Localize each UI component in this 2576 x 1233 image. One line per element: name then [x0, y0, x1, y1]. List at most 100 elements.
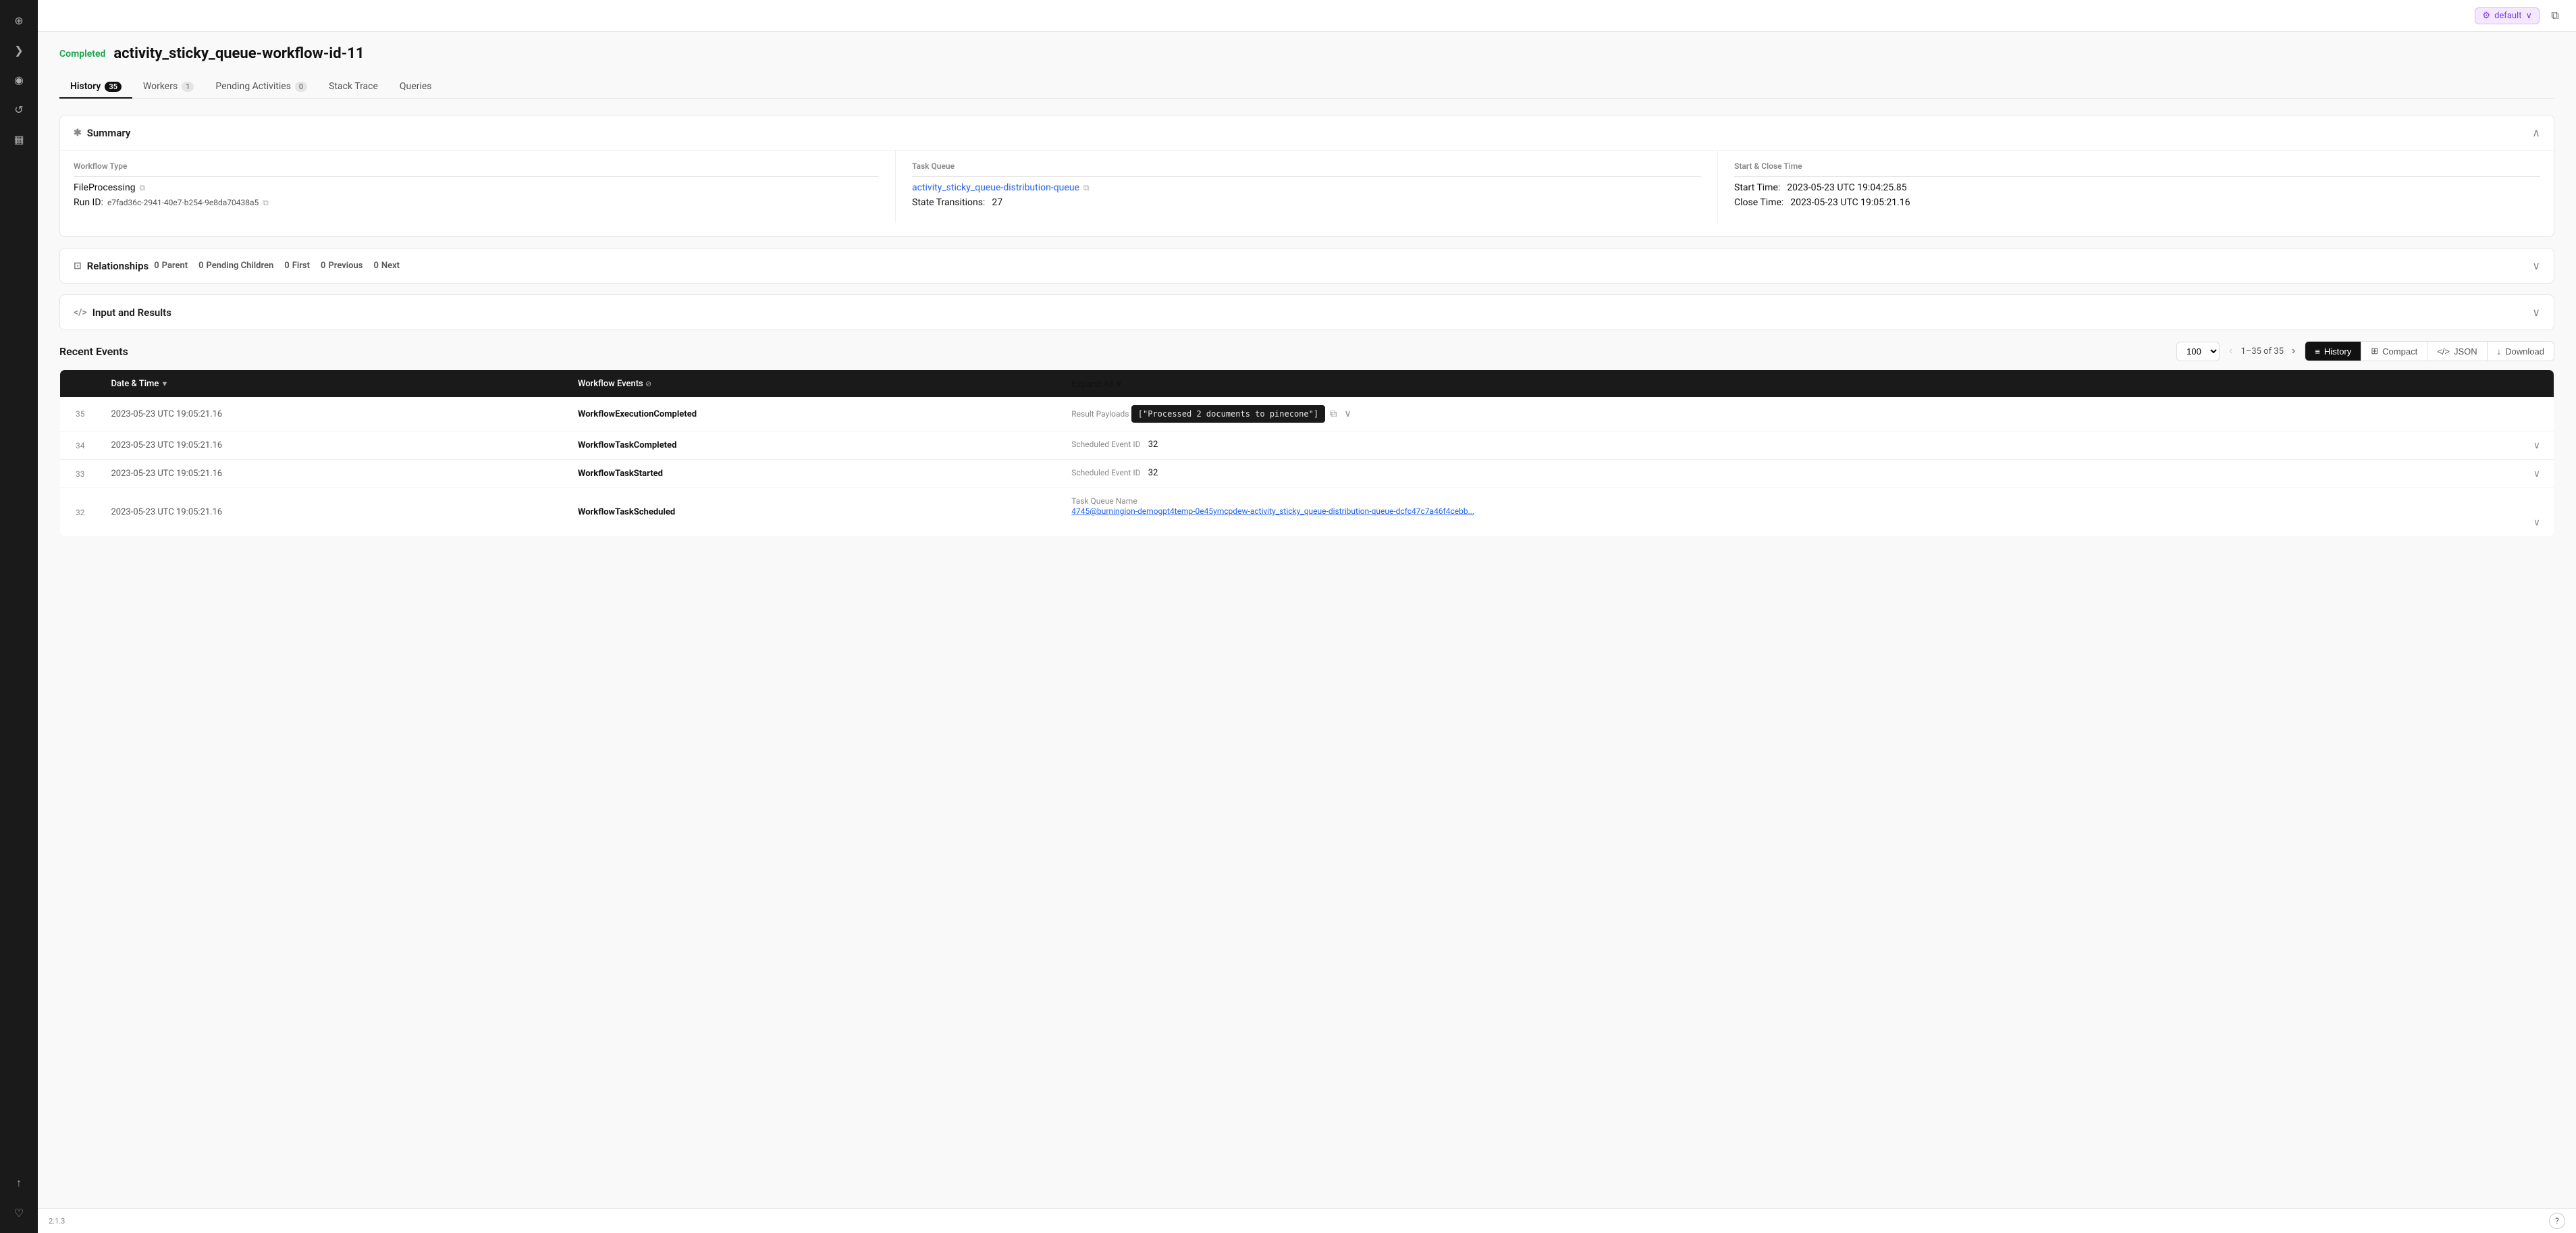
table-row: 33 2023-05-23 UTC 19:05:21.16 WorkflowTa… [60, 460, 2554, 488]
relationships-header[interactable]: ⊡ Relationships 0 Parent 0 Pending Child… [60, 248, 2554, 283]
history-icon: ≡ [2315, 346, 2320, 357]
tab-workers-badge: 1 [182, 82, 194, 92]
namespace-button[interactable]: ⚙ default ∨ [2475, 7, 2540, 24]
view-compact-btn[interactable]: ⊞ Compact [2361, 342, 2427, 361]
row-detail: Task Queue Name 4745@burningion-demogpt4… [1061, 488, 2554, 537]
rel-pending-children: 0 Pending Children [198, 261, 273, 271]
row-detail: Scheduled Event ID 32 ∨ [1061, 431, 2554, 460]
main-content: ⚙ default ∨ ⧉ Completed activity_sticky_… [38, 0, 2576, 1233]
col-events[interactable]: Workflow Events ⊘ [567, 370, 1061, 398]
pagination-info: ‹ 1–35 of 35 › [2225, 344, 2299, 359]
download-label: Download [2505, 346, 2544, 357]
row-event: WorkflowTaskScheduled [567, 488, 1061, 537]
summary-col-task-queue: Task Queue activity_sticky_queue-distrib… [896, 151, 1718, 223]
view-download-btn[interactable]: ↓ Download [2488, 342, 2554, 361]
input-results-header[interactable]: </> Input and Results ∨ [60, 295, 2554, 330]
tab-pending-activities-badge: 0 [295, 82, 307, 92]
start-time-value: Start Time: 2023-05-23 UTC 19:04:25.85 [1734, 182, 2540, 193]
sidebar-workflow-icon[interactable]: ↺ [7, 97, 31, 122]
relationships-header-left: ⊡ Relationships 0 Parent 0 Pending Child… [74, 260, 400, 272]
recent-events-header: Recent Events 100 50 200 ‹ 1–35 of 35 › [59, 341, 2554, 361]
row-event: WorkflowExecutionCompleted [567, 397, 1061, 431]
tabs-container: History 35 Workers 1 Pending Activities … [59, 76, 2554, 99]
summary-header[interactable]: ✱ Summary ∧ [60, 115, 2554, 150]
table-row: 34 2023-05-23 UTC 19:05:21.16 WorkflowTa… [60, 431, 2554, 460]
help-button[interactable]: ? [2549, 1213, 2565, 1229]
col-detail: Expand All ∨ [1061, 370, 2554, 398]
pagination-text: 1–35 of 35 [2240, 346, 2283, 357]
row-expand-btn[interactable]: ∨ [2531, 517, 2543, 528]
tab-workers[interactable]: Workers 1 [132, 76, 205, 99]
pagination-prev-btn[interactable]: ‹ [2225, 344, 2236, 359]
pagination-next-btn[interactable]: › [2288, 344, 2299, 359]
bottom-bar: 2.1.3 ? [38, 1208, 2576, 1233]
recent-events-container: Recent Events 100 50 200 ‹ 1–35 of 35 › [59, 341, 2554, 537]
json-label: JSON [2454, 346, 2477, 357]
row-event: WorkflowTaskStarted [567, 460, 1061, 488]
row-event: WorkflowTaskCompleted [567, 431, 1061, 460]
expand-all-chevron: ∨ [1116, 378, 1123, 389]
rel-next: 0 Next [373, 261, 400, 271]
close-time-value: Close Time: 2023-05-23 UTC 19:05:21.16 [1734, 197, 2540, 208]
tab-stack-trace[interactable]: Stack Trace [318, 76, 389, 99]
row-copy-btn[interactable]: ⧉ [1327, 408, 1339, 419]
rel-counts: 0 Parent 0 Pending Children 0 First 0 [154, 261, 400, 271]
view-history-btn[interactable]: ≡ History [2305, 342, 2361, 361]
summary-grid: Workflow Type FileProcessing ⧉ Run ID: e… [74, 151, 2540, 223]
tab-pending-activities[interactable]: Pending Activities 0 [205, 76, 318, 99]
compact-icon: ⊞ [2371, 346, 2378, 357]
sidebar-archive-icon[interactable]: ▦ [7, 127, 31, 151]
tab-queries[interactable]: Queries [389, 76, 443, 99]
status-badge: Completed [59, 49, 105, 59]
row-detail: Result Payloads ["Processed 2 documents … [1061, 397, 2554, 431]
history-label: History [2324, 346, 2351, 357]
task-queue-label: Task Queue [912, 161, 1701, 177]
sidebar-home-icon[interactable]: ⊕ [7, 8, 31, 32]
sidebar-nav-icon[interactable]: ❯ [7, 38, 31, 62]
sidebar-upload-icon[interactable]: ↑ [7, 1171, 31, 1195]
summary-col-workflow: Workflow Type FileProcessing ⧉ Run ID: e… [74, 151, 896, 223]
tab-history-badge: 35 [105, 82, 122, 92]
workflow-type-copy-icon[interactable]: ⧉ [140, 183, 146, 193]
input-results-section: </> Input and Results ∨ [59, 294, 2554, 330]
workflow-type-value: FileProcessing ⧉ [74, 182, 879, 193]
summary-chevron-icon: ∧ [2532, 126, 2540, 139]
row-expand-btn[interactable]: ∨ [1342, 408, 1354, 419]
compact-label: Compact [2382, 346, 2417, 357]
view-json-btn[interactable]: </> JSON [2427, 342, 2487, 361]
col-number [60, 370, 101, 398]
task-queue-copy-icon[interactable]: ⧉ [1083, 183, 1090, 193]
task-queue-name-link[interactable]: 4745@burningion-demogpt4temp-0e45ymcpdew… [1071, 506, 1474, 516]
events-filter-icon[interactable]: ⊘ [645, 379, 651, 388]
expand-all-btn[interactable]: Expand All ∨ [1071, 378, 1122, 389]
tab-history[interactable]: History 35 [59, 76, 132, 99]
row-number: 35 [60, 397, 101, 431]
tab-stack-trace-label: Stack Trace [329, 81, 378, 92]
page-size-select[interactable]: 100 50 200 [2176, 342, 2220, 361]
page-title-row: Completed activity_sticky_queue-workflow… [59, 45, 2554, 62]
task-queue-link[interactable]: activity_sticky_queue-distribution-queue [912, 182, 1079, 193]
task-queue-value: activity_sticky_queue-distribution-queue… [912, 182, 1701, 193]
tab-history-label: History [70, 81, 101, 92]
relationships-title: Relationships [87, 260, 149, 272]
summary-section: ✱ Summary ∧ Workflow Type FileProcessing… [59, 115, 2554, 237]
tab-pending-activities-label: Pending Activities [215, 81, 291, 92]
topbar: ⚙ default ∨ ⧉ [38, 0, 2576, 32]
relationships-icon: ⊡ [74, 261, 82, 271]
sidebar-favorite-icon[interactable]: ♡ [7, 1201, 31, 1225]
row-datetime: 2023-05-23 UTC 19:05:21.16 [101, 488, 568, 537]
input-results-header-left: </> Input and Results [74, 307, 171, 319]
state-transitions-value: State Transitions: 27 [912, 197, 1701, 208]
run-id-copy-icon[interactable]: ⧉ [263, 198, 269, 208]
workflow-title: activity_sticky_queue-workflow-id-11 [113, 45, 364, 62]
col-datetime[interactable]: Date & Time ▼ [101, 370, 568, 398]
input-results-chevron-icon: ∨ [2532, 306, 2540, 319]
summary-header-left: ✱ Summary [74, 127, 130, 139]
view-toggle: ≡ History ⊞ Compact </> JSON ↓ [2305, 341, 2554, 361]
input-results-icon: </> [74, 307, 87, 318]
copy-link-icon[interactable]: ⧉ [2545, 5, 2565, 26]
sidebar-activity-icon[interactable]: ◉ [7, 68, 31, 92]
row-expand-btn[interactable]: ∨ [2531, 468, 2543, 479]
row-expand-btn[interactable]: ∨ [2531, 440, 2543, 451]
download-icon: ↓ [2497, 346, 2502, 357]
